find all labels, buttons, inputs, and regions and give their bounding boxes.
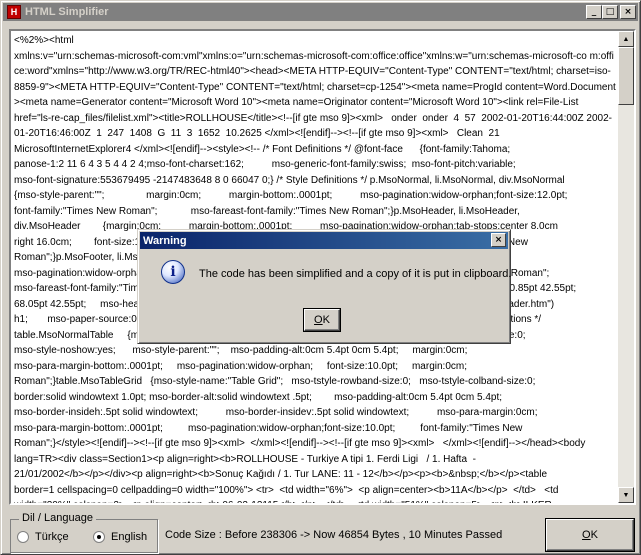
scroll-up-icon[interactable]: ▲ bbox=[618, 31, 634, 47]
vertical-scrollbar[interactable]: ▲ ▼ bbox=[618, 31, 634, 503]
dialog-ok-button[interactable]: OK bbox=[303, 308, 341, 332]
app-icon: H bbox=[7, 5, 21, 19]
information-icon: i bbox=[161, 260, 185, 284]
radio-english-label: English bbox=[111, 531, 148, 543]
radio-turkish-circle[interactable] bbox=[17, 531, 29, 543]
language-group: Dil / Language Türkçe English bbox=[10, 512, 158, 553]
dialog-title: Warning bbox=[143, 234, 187, 247]
scroll-thumb[interactable] bbox=[618, 47, 634, 105]
scroll-down-icon[interactable]: ▼ bbox=[618, 487, 634, 503]
dialog-titlebar[interactable]: Warning × bbox=[140, 232, 508, 249]
radio-english[interactable]: English bbox=[93, 531, 147, 543]
status-text: Code Size : Before 238306 -> Now 46854 B… bbox=[165, 529, 503, 541]
warning-dialog: Warning × i The code has been simplified… bbox=[137, 229, 511, 344]
dialog-close-button[interactable]: × bbox=[491, 233, 506, 247]
main-titlebar[interactable]: H HTML Simplifier _ □ × bbox=[3, 3, 638, 21]
ok-button[interactable]: OK bbox=[545, 518, 635, 552]
language-group-label: Dil / Language bbox=[19, 512, 96, 524]
ok-button-label: K bbox=[590, 529, 598, 541]
radio-turkish[interactable]: Türkçe bbox=[17, 531, 69, 543]
window-controls: _ □ × bbox=[586, 5, 636, 19]
dialog-message: The code has been simplified and a copy … bbox=[199, 268, 512, 280]
dialog-ok-mnemonic: O bbox=[314, 314, 323, 326]
radio-turkish-label: Türkçe bbox=[35, 531, 69, 543]
close-button[interactable]: × bbox=[620, 5, 636, 19]
maximize-button[interactable]: □ bbox=[602, 5, 618, 19]
ok-button-mnemonic: O bbox=[582, 529, 591, 541]
minimize-button[interactable]: _ bbox=[586, 5, 602, 19]
radio-english-circle[interactable] bbox=[93, 531, 105, 543]
dialog-ok-label: K bbox=[322, 314, 330, 326]
window-title: HTML Simplifier bbox=[25, 6, 109, 18]
